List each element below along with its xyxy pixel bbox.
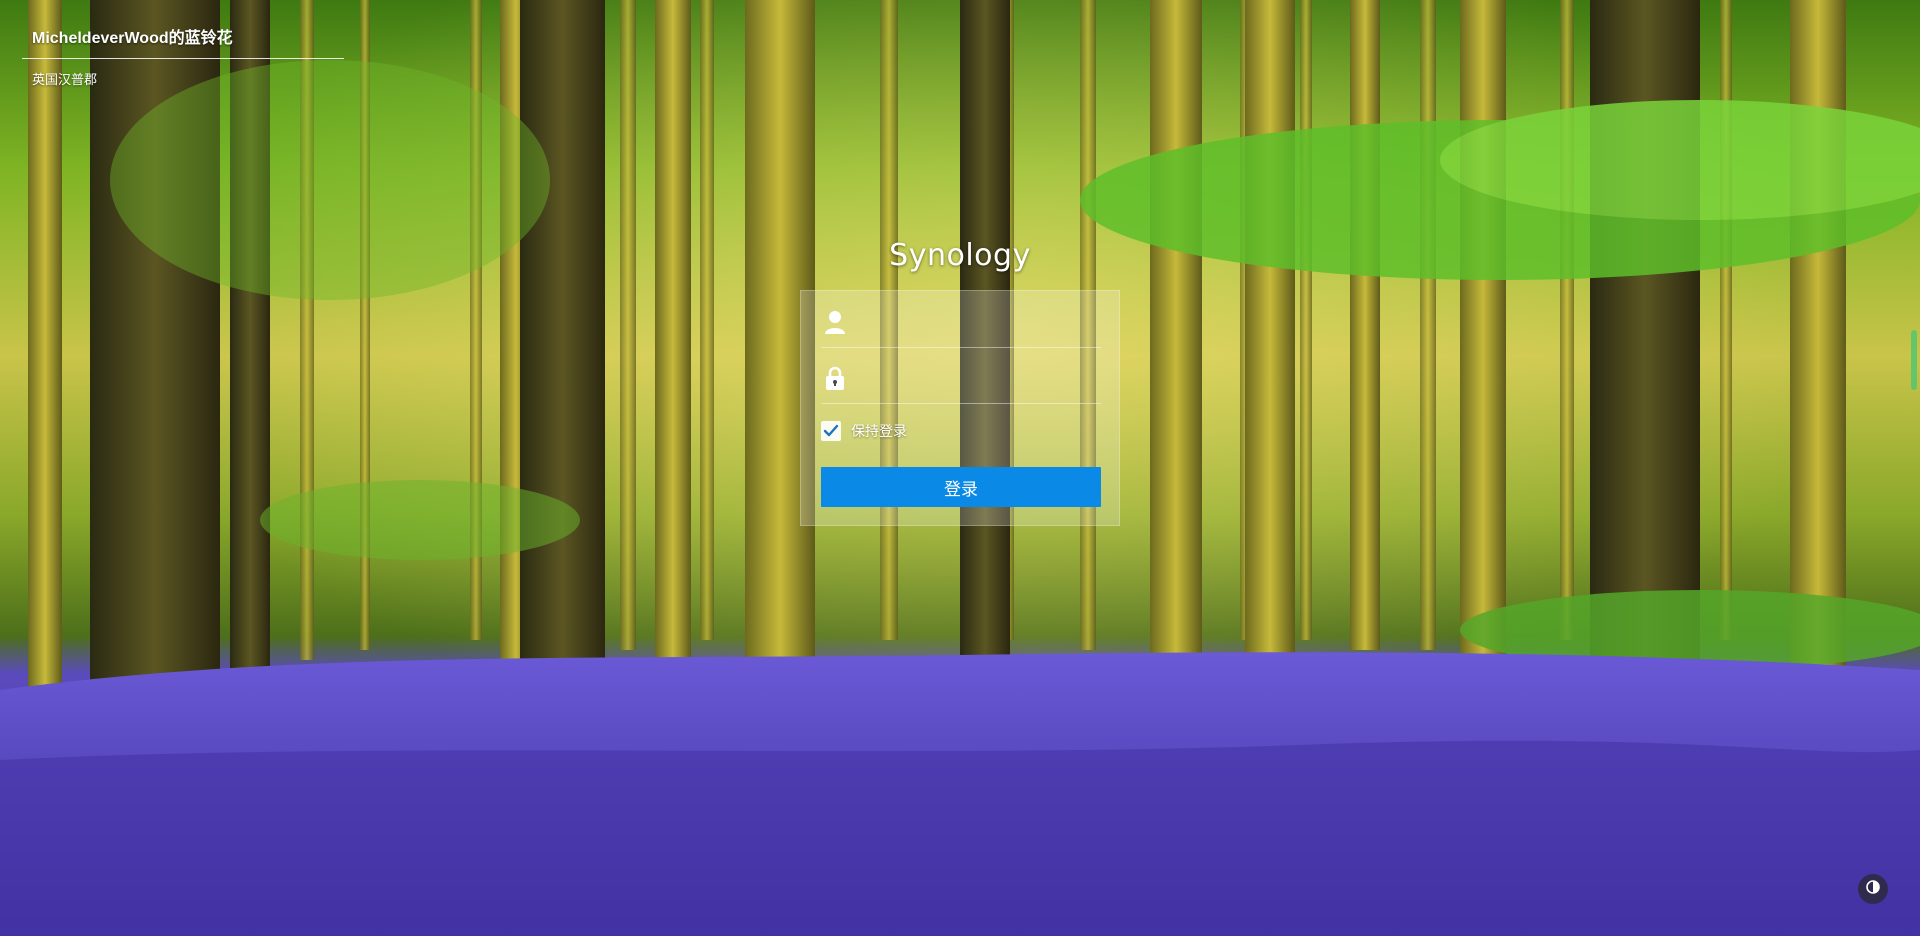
theme-toggle-button[interactable] — [1858, 874, 1888, 904]
login-page: MicheldeverWood的蓝铃花 英国汉普郡 Synology 保持登录 … — [0, 0, 1920, 936]
login-button[interactable]: 登录 — [821, 467, 1101, 507]
check-icon[interactable] — [821, 421, 841, 441]
remember-me-checkbox[interactable]: 保持登录 — [821, 421, 907, 441]
photo-caption-subtitle: 英国汉普郡 — [32, 72, 98, 87]
contrast-icon — [1866, 879, 1880, 899]
photo-caption: MicheldeverWood的蓝铃花 英国汉普郡 — [22, 24, 344, 88]
user-icon — [823, 309, 847, 335]
username-input[interactable] — [857, 301, 1101, 343]
password-field — [821, 353, 1101, 404]
login-form: 保持登录 登录 — [800, 290, 1120, 526]
password-input[interactable] — [857, 357, 1101, 399]
username-field — [821, 297, 1101, 348]
edge-scroll-indicator — [1911, 330, 1917, 390]
remember-me-label: 保持登录 — [851, 423, 907, 439]
photo-caption-title: MicheldeverWood的蓝铃花 — [22, 24, 344, 59]
brand-logo-text: Synology — [889, 238, 1031, 273]
lock-icon — [823, 365, 847, 391]
